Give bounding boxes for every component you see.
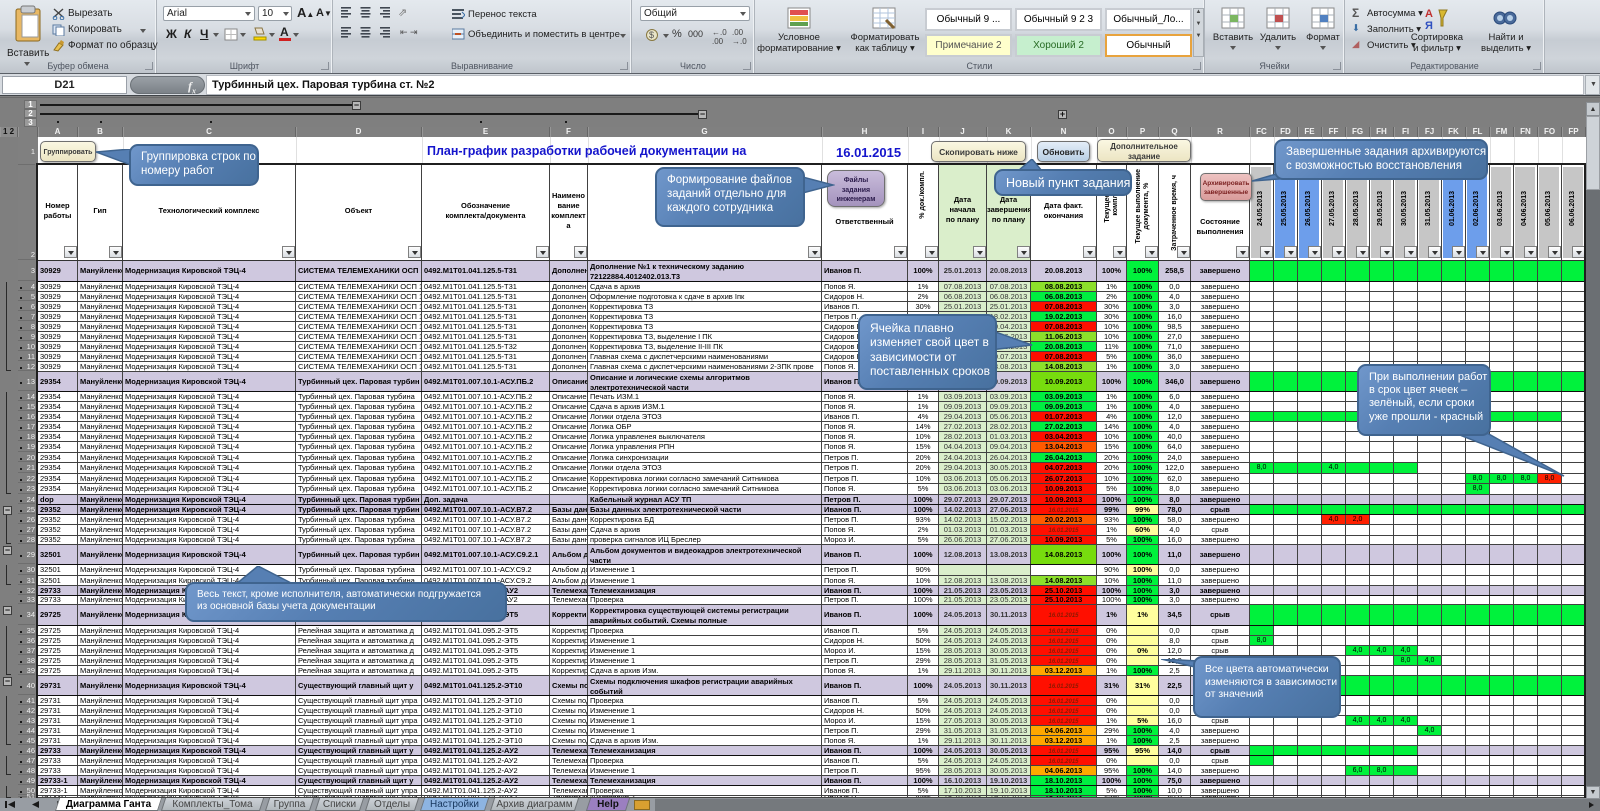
svg-text:А: А [1425,8,1433,20]
svg-text:Я: Я [1425,20,1433,30]
svg-text:$: $ [649,30,654,40]
